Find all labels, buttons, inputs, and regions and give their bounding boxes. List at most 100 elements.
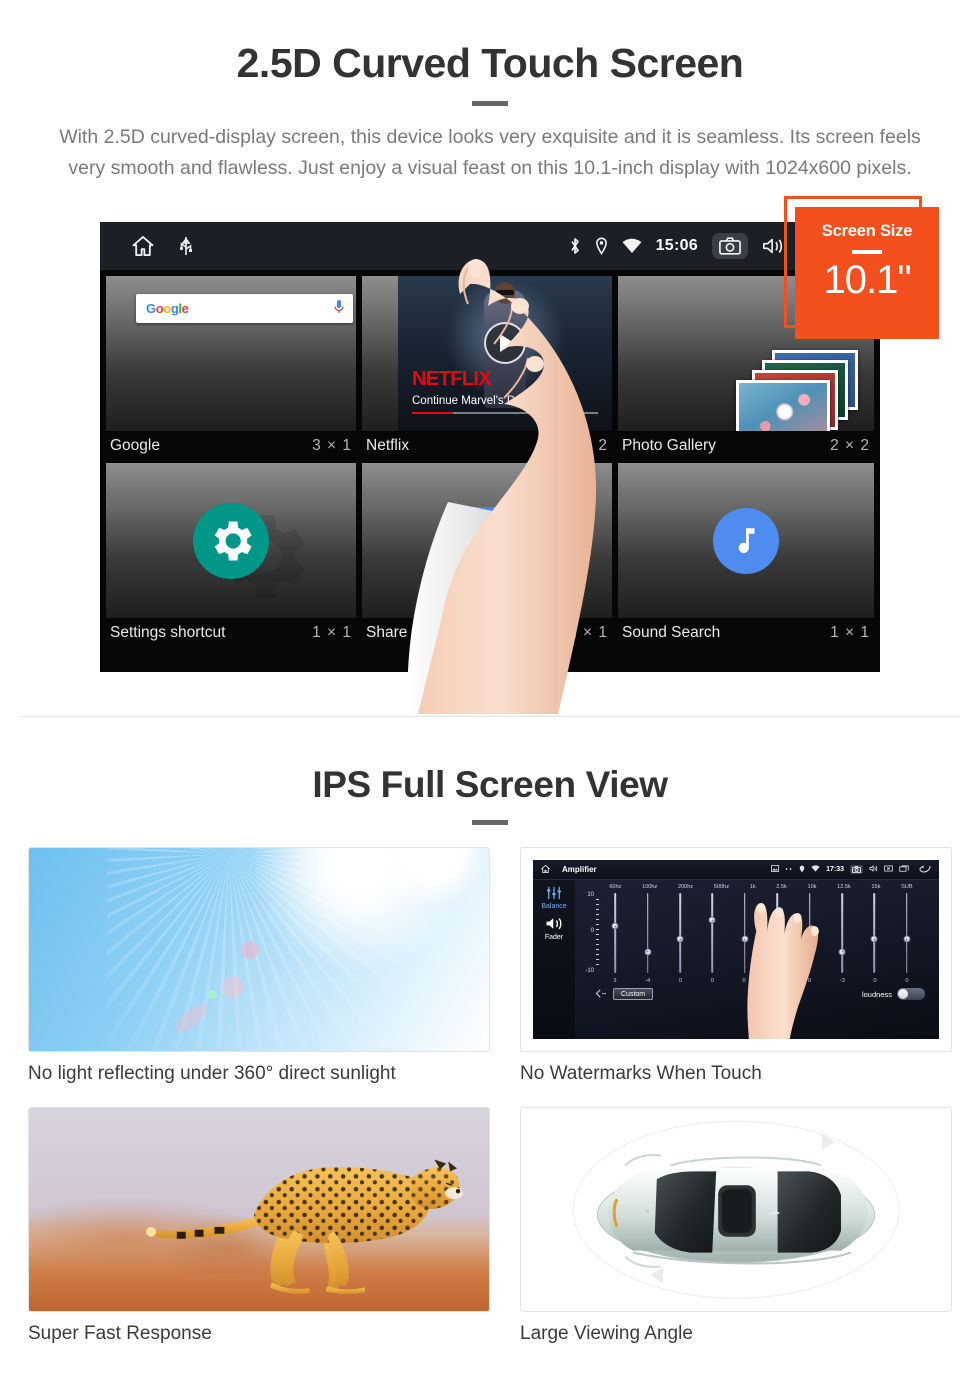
- widget-size: 1 × 1: [568, 624, 608, 641]
- card-caption: No light reflecting under 360° direct su…: [28, 1063, 396, 1084]
- axis-label-min: -10: [585, 968, 594, 974]
- amplifier-clock: 17:33: [826, 866, 844, 873]
- netflix-subtitle: Continue Marvel's Daredevil: [412, 395, 556, 407]
- band-value: 0: [905, 978, 909, 984]
- wifi-icon: [622, 238, 642, 254]
- eq-slider[interactable]: [631, 890, 663, 976]
- home-icon[interactable]: [132, 236, 154, 256]
- recents-icon[interactable]: [899, 865, 909, 874]
- widget-label: Settings shortcut: [110, 624, 226, 641]
- page-dot[interactable]: [476, 661, 504, 664]
- close-icon[interactable]: [884, 865, 893, 874]
- sunlight-sky-photo: [29, 848, 489, 1051]
- intro-paragraph: With 2.5D curved-display screen, this de…: [59, 126, 921, 179]
- badge-divider: [852, 250, 882, 254]
- netflix-wordmark: NETFLIX: [412, 368, 492, 390]
- widget-size: 1 × 1: [312, 624, 352, 641]
- band-value: 3: [613, 978, 617, 984]
- badge-label: Screen Size: [821, 222, 913, 240]
- amplifier-status-bar: Amplifier 17:33: [533, 860, 939, 880]
- feature-card-viewing-angle: Large Viewing Angle: [520, 1107, 952, 1345]
- gain-axis: 10 0 -10: [581, 892, 599, 974]
- home-icon[interactable]: [541, 864, 550, 875]
- card-caption: Super Fast Response: [28, 1323, 212, 1344]
- widget-settings-shortcut[interactable]: Settings shortcut 1 × 1: [106, 463, 356, 650]
- widget-size: 1 × 1: [830, 624, 870, 641]
- dots-icon: [785, 867, 793, 873]
- widget-label: Sound Search: [622, 624, 721, 641]
- status-bar: 15:06: [100, 222, 880, 270]
- touching-hand-illustration: [747, 903, 820, 1039]
- running-cheetah-photo: [29, 1108, 489, 1311]
- feature-card-sunlight: No light reflecting under 360° direct su…: [28, 847, 490, 1085]
- eq-slider[interactable]: [664, 890, 696, 976]
- feature-card-watermarks: Amplifier 17:33 Balance Fader 60hz 100hz…: [520, 847, 952, 1085]
- widget-size: 3 × 1: [312, 437, 352, 454]
- page-dot-active[interactable]: [514, 661, 542, 664]
- android-head-unit-screenshot: 15:06 Google Google 3 × 1 NETFLIX Contin…: [100, 222, 880, 672]
- google-maps-icon: G: [456, 507, 518, 569]
- preset-button[interactable]: Custom: [613, 988, 654, 1000]
- page-indicator[interactable]: [100, 661, 880, 664]
- card-caption: Large Viewing Angle: [520, 1323, 693, 1344]
- back-icon[interactable]: [919, 864, 931, 875]
- band-value: -4: [645, 978, 651, 984]
- camera-icon[interactable]: [712, 233, 748, 259]
- usb-icon: [180, 236, 192, 256]
- music-note-icon: [713, 507, 779, 574]
- microphone-icon[interactable]: [333, 299, 345, 319]
- status-bar-clock: 15:06: [655, 237, 698, 254]
- widget-share-location[interactable]: G Share location 1 × 1: [362, 463, 612, 650]
- gallery-icon: [771, 865, 780, 874]
- widget-size: 2 × 2: [830, 437, 870, 454]
- wifi-icon: [811, 865, 820, 874]
- sidebar-item-balance[interactable]: Balance: [533, 903, 575, 910]
- badge-value: 10.1": [823, 258, 911, 302]
- google-search-bar[interactable]: Google: [136, 294, 353, 323]
- back-arrow-icon[interactable]: [595, 988, 607, 1000]
- location-icon: [595, 237, 608, 255]
- car-top-view-illustration: [521, 1108, 951, 1311]
- section-title-underline: [472, 820, 508, 825]
- section-title: IPS Full Screen View: [312, 764, 668, 805]
- amplifier-equalizer-screen: Amplifier 17:33 Balance Fader 60hz 100hz…: [533, 860, 939, 1039]
- sliders-icon[interactable]: [545, 886, 563, 902]
- widget-label: Netflix: [366, 437, 410, 454]
- feature-card-response: Super Fast Response: [28, 1107, 490, 1345]
- widget-sound-search[interactable]: Sound Search 1 × 1: [618, 463, 874, 650]
- eq-slider[interactable]: [599, 890, 631, 976]
- feature-card-grid: No light reflecting under 360° direct su…: [20, 847, 960, 1377]
- amplifier-title: Amplifier: [562, 865, 597, 874]
- amplifier-sidebar: Balance Fader: [533, 880, 575, 1039]
- speaker-icon[interactable]: [545, 916, 563, 933]
- widget-size: 3 × 2: [568, 437, 608, 454]
- title-underline: [472, 101, 508, 106]
- widget-grid: Google Google 3 × 1 NETFLIX Continue Mar…: [100, 270, 880, 650]
- axis-label-mid: 0: [590, 928, 594, 935]
- netflix-artwork: NETFLIX Continue Marvel's Daredevil: [362, 276, 612, 431]
- eq-slider[interactable]: [891, 890, 923, 976]
- band-value: 0: [873, 978, 877, 984]
- widget-label: Share location: [366, 624, 466, 641]
- volume-icon[interactable]: [762, 237, 784, 255]
- google-logo: Google: [146, 301, 189, 316]
- loudness-toggle[interactable]: [897, 988, 925, 1000]
- widget-label: Google: [110, 437, 160, 454]
- camera-icon[interactable]: [850, 865, 863, 874]
- ips-full-screen-view-section: IPS Full Screen View No light reflecting…: [0, 718, 980, 1377]
- widget-label: Photo Gallery: [622, 437, 716, 454]
- volume-icon[interactable]: [869, 865, 878, 874]
- axis-label-max: 10: [587, 892, 594, 898]
- section-divider: [20, 716, 960, 717]
- sidebar-item-fader[interactable]: Fader: [533, 934, 575, 941]
- page-title: 2.5D Curved Touch Screen: [236, 40, 744, 86]
- widget-google[interactable]: Google Google 3 × 1: [106, 276, 356, 463]
- play-icon[interactable]: [484, 322, 526, 364]
- widget-netflix[interactable]: NETFLIX Continue Marvel's Daredevil Netf…: [362, 276, 612, 463]
- location-icon: [799, 865, 805, 875]
- curved-touch-screen-section: 2.5D Curved Touch Screen With 2.5D curve…: [0, 0, 980, 718]
- page-dot[interactable]: [438, 661, 466, 664]
- band-value: 0: [678, 978, 682, 984]
- card-caption: No Watermarks When Touch: [520, 1063, 762, 1084]
- progress-bar: [412, 411, 598, 414]
